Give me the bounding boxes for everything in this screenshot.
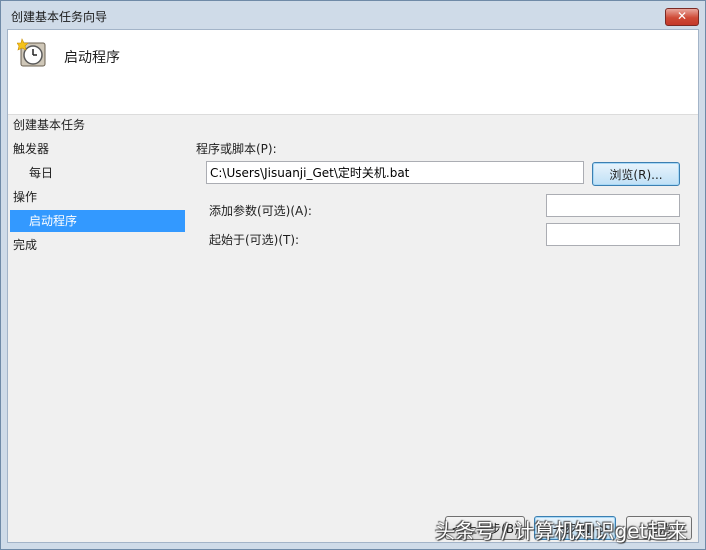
start-in-input[interactable] [546, 223, 680, 246]
title-bar[interactable]: 创建基本任务向导 ✕ [1, 1, 705, 29]
wizard-header: 启动程序 [8, 30, 698, 115]
dialog-client-area: 启动程序 创建基本任务 触发器 每日 操作 启动程序 完成 程序或脚本(P): … [7, 29, 699, 543]
close-icon: ✕ [676, 9, 688, 23]
nav-step-start-program[interactable]: 启动程序 [10, 210, 185, 232]
nav-step-finish[interactable]: 完成 [13, 236, 37, 253]
nav-step-create-basic-task[interactable]: 创建基本任务 [13, 116, 85, 133]
page-title: 启动程序 [64, 50, 120, 66]
nav-step-action[interactable]: 操作 [13, 188, 37, 205]
nav-step-trigger[interactable]: 触发器 [13, 140, 49, 157]
watermark-text: 头条号 / 计算机知识get起来 [435, 519, 688, 543]
start-in-label: 起始于(可选)(T): [209, 233, 300, 247]
program-script-input[interactable] [206, 161, 584, 184]
clock-icon [17, 38, 46, 67]
nav-step-daily[interactable]: 每日 [29, 164, 53, 181]
add-arguments-input[interactable] [546, 194, 680, 217]
window-title: 创建基本任务向导 [11, 10, 108, 24]
program-script-label: 程序或脚本(P): [196, 142, 277, 156]
dialog-window: 创建基本任务向导 ✕ 启动程序 创建基本任务 触发器 每日 操作 启动程序 完成… [0, 0, 706, 550]
add-arguments-label: 添加参数(可选)(A): [209, 204, 312, 218]
browse-button[interactable]: 浏览(R)... [592, 162, 680, 186]
nav-step-start-program-label: 启动程序 [29, 214, 78, 228]
close-button[interactable]: ✕ [665, 8, 699, 26]
